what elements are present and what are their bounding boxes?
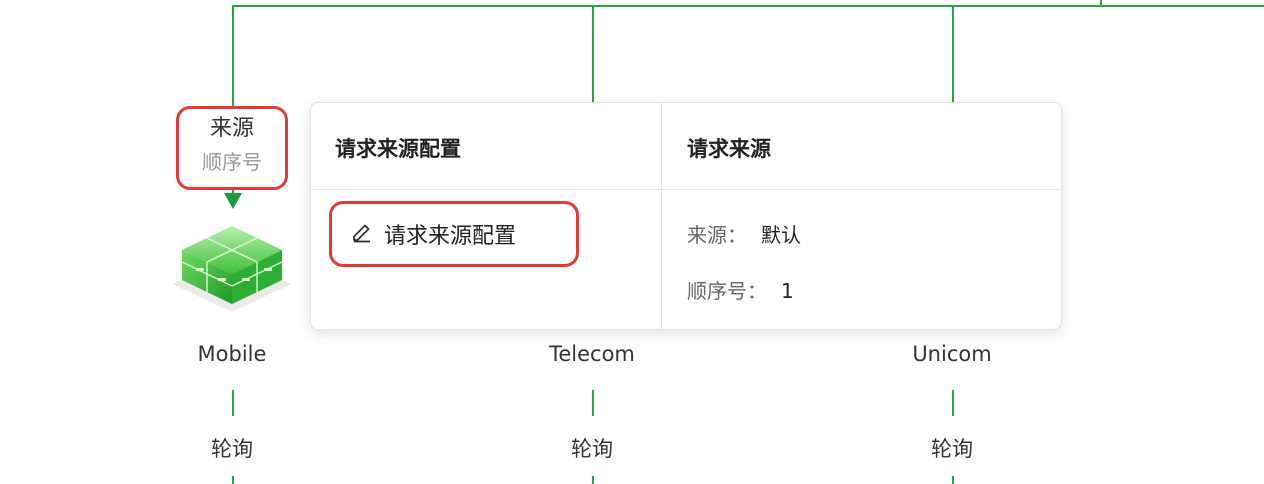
source-label-subtitle: 顺序号 [202, 150, 262, 174]
server-cube-icon[interactable] [168, 212, 296, 328]
detail-key-source: 来源： [687, 223, 747, 247]
detail-row-order: 顺序号： 1 [687, 275, 794, 304]
poll-label-telecom: 轮询 [571, 437, 613, 461]
edit-source-config-button[interactable]: 请求来源配置 [329, 201, 579, 267]
node-name-unicom: Unicom [912, 342, 992, 366]
edit-icon [350, 219, 374, 249]
source-label-title: 来源 [209, 116, 254, 141]
node-name-telecom: Telecom [549, 342, 635, 366]
mobile-poll-line-top [232, 390, 234, 416]
unicom-vertical-line [952, 5, 954, 102]
mobile-poll-line-bottom [232, 476, 234, 484]
popover-left-header: 请求来源配置 [335, 137, 461, 161]
popover-right-header: 请求来源 [687, 137, 771, 161]
top-connector-tick [1100, 0, 1102, 6]
unicom-poll-line-top [952, 390, 954, 416]
poll-label-unicom: 轮询 [931, 437, 973, 461]
arrow-down-icon [224, 193, 242, 209]
edit-source-config-label: 请求来源配置 [384, 224, 517, 249]
detail-value-source: 默认 [761, 223, 801, 247]
telecom-poll-line-top [592, 390, 594, 416]
poll-label-mobile: 轮询 [211, 437, 253, 461]
popover-column-divider [661, 103, 662, 329]
telecom-vertical-line [592, 5, 594, 102]
node-name-mobile: Mobile [197, 342, 267, 366]
top-connector-line [232, 5, 1264, 7]
detail-value-order: 1 [781, 279, 794, 303]
detail-row-source: 来源： 默认 [687, 219, 801, 248]
popover-row-divider [311, 189, 1061, 190]
telecom-poll-line-bottom [592, 476, 594, 484]
mobile-vertical-line [232, 5, 234, 107]
source-config-popover: 请求来源配置 请求来源 请求来源配置 来源： 默认 顺序号： 1 [310, 102, 1062, 330]
detail-key-order: 顺序号： [687, 279, 767, 303]
unicom-poll-line-bottom [952, 476, 954, 484]
